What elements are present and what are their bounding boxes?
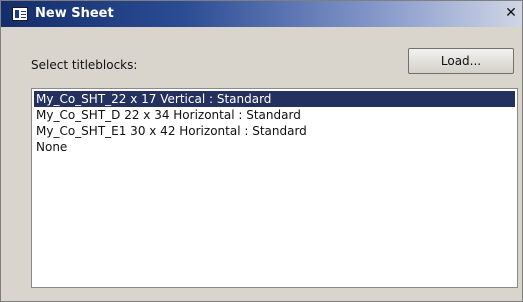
window-title: New Sheet bbox=[35, 6, 114, 21]
select-titleblocks-label: Select titleblocks: bbox=[31, 58, 138, 72]
list-item[interactable]: My_Co_SHT_D 22 x 34 Horizontal : Standar… bbox=[34, 107, 515, 123]
list-item[interactable]: My_Co_SHT_E1 30 x 42 Horizontal : Standa… bbox=[34, 123, 515, 139]
new-sheet-dialog: New Sheet ✕ Select titleblocks: Load... … bbox=[0, 0, 523, 302]
title-bar[interactable]: New Sheet ✕ bbox=[1, 1, 522, 27]
titleblock-list[interactable]: My_Co_SHT_22 x 17 Vertical : Standard My… bbox=[31, 88, 518, 288]
load-button[interactable]: Load... bbox=[408, 48, 514, 74]
list-item[interactable]: My_Co_SHT_22 x 17 Vertical : Standard bbox=[34, 91, 515, 107]
close-icon[interactable]: ✕ bbox=[503, 5, 519, 21]
sheet-icon bbox=[12, 7, 28, 21]
list-item[interactable]: None bbox=[34, 139, 515, 155]
